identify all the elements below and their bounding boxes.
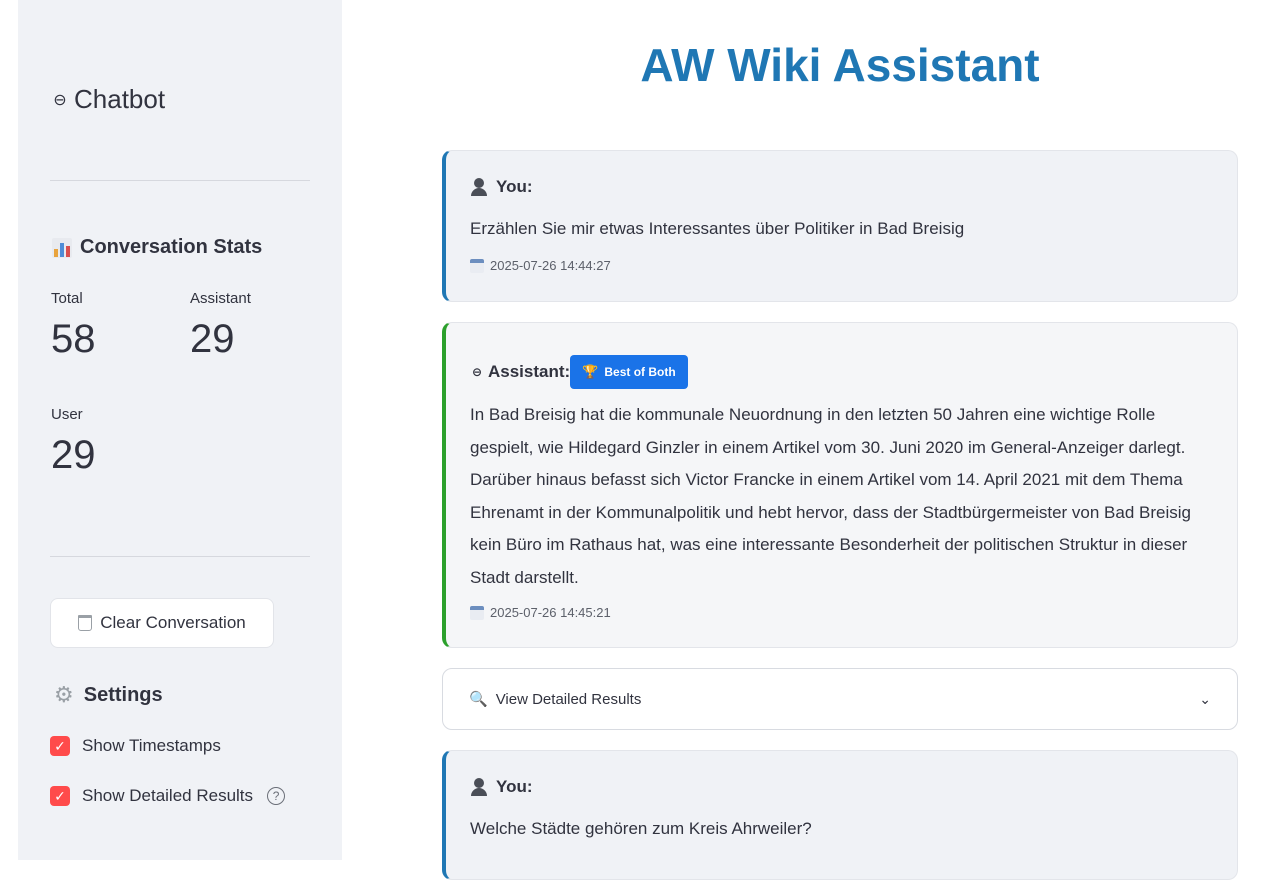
checkbox-icon[interactable]: ✓ (50, 786, 70, 806)
clear-conversation-label: Clear Conversation (100, 613, 246, 632)
metric-value: 58 (51, 317, 96, 361)
settings-title-text: Settings (83, 683, 163, 706)
expander-label: View Detailed Results (495, 690, 642, 708)
message-text: Erzählen Sie mir etwas Interessantes übe… (470, 219, 965, 238)
message-role: Assistant: (488, 362, 571, 381)
sidebar-divider (50, 556, 310, 557)
bar-chart-icon (52, 237, 72, 258)
message-role: You: (496, 177, 533, 196)
gear-icon: ⚙ (54, 682, 74, 707)
message-timestamp: 2025-07-26 14:45:21 (470, 605, 611, 620)
best-of-both-badge: 🏆 Best of Both (570, 355, 688, 389)
search-icon: 🔍 (469, 691, 488, 708)
settings-title: ⚙ Settings (54, 682, 163, 708)
message-header: You: (470, 777, 533, 797)
trophy-icon: 🏆 (582, 364, 599, 379)
metric-value: 29 (51, 433, 96, 477)
metric-label: Assistant (190, 290, 251, 307)
sidebar-title: ⊖ Chatbot (50, 84, 165, 115)
assistant-message: ⊖ Assistant: 🏆 Best of Both In Bad Breis… (442, 322, 1238, 648)
metric-user: User 29 (51, 406, 96, 478)
clear-conversation-button[interactable]: Clear Conversation (50, 598, 274, 648)
view-detailed-results-expander[interactable]: 🔍 View Detailed Results ⌄ (442, 668, 1238, 730)
show-timestamps-label: Show Timestamps (82, 736, 221, 755)
robot-icon: ⊖ (53, 91, 67, 109)
trash-icon (78, 615, 93, 631)
message-header: ⊖ Assistant: 🏆 Best of Both (470, 355, 688, 389)
message-text: Welche Städte gehören zum Kreis Ahrweile… (470, 819, 812, 838)
metric-label: Total (51, 290, 83, 307)
calendar-icon (470, 258, 484, 273)
sidebar-title-text: Chatbot (74, 84, 166, 114)
help-icon[interactable]: ? (267, 787, 286, 805)
user-message: You: Welche Städte gehören zum Kreis Ahr… (442, 750, 1238, 880)
metric-total: Total 58 (51, 290, 96, 362)
message-role: You: (496, 777, 533, 796)
metric-assistant: Assistant 29 (190, 290, 251, 362)
chevron-down-icon[interactable]: ⌄ (1199, 691, 1211, 708)
badge-text: Best of Both (604, 365, 676, 379)
message-text: In Bad Breisig hat die kommunale Neuordn… (470, 405, 1191, 587)
show-detailed-results-label: Show Detailed Results (82, 786, 254, 805)
user-message: You: Erzählen Sie mir etwas Interessante… (442, 150, 1238, 302)
show-timestamps-option[interactable]: ✓ Show Timestamps (50, 736, 221, 756)
metric-value: 29 (190, 317, 235, 361)
message-timestamp: 2025-07-26 14:44:27 (470, 258, 611, 273)
robot-icon: ⊖ (471, 365, 483, 379)
timestamp-text: 2025-07-26 14:44:27 (490, 258, 611, 273)
message-header: You: (470, 177, 533, 197)
stats-title: Conversation Stats (52, 236, 262, 259)
metric-label: User (51, 406, 83, 423)
show-detailed-results-option[interactable]: ✓ Show Detailed Results ? (50, 786, 286, 806)
calendar-icon (470, 605, 484, 620)
user-icon (470, 178, 488, 196)
timestamp-text: 2025-07-26 14:45:21 (490, 605, 611, 620)
sidebar-divider (50, 180, 310, 181)
page-title: AW Wiki Assistant (640, 39, 1040, 91)
stats-title-text: Conversation Stats (80, 236, 263, 258)
checkbox-icon[interactable]: ✓ (50, 736, 70, 756)
user-icon (470, 778, 488, 796)
sidebar: ⊖ Chatbot Conversation Stats Total 58 As… (18, 0, 342, 860)
